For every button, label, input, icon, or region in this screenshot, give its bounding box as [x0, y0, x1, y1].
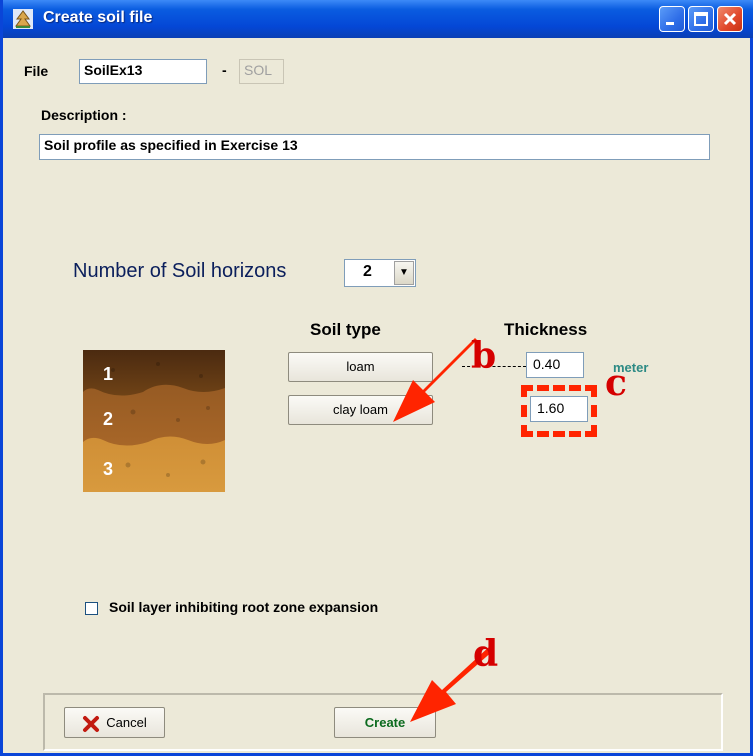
horizons-label: Number of Soil horizons: [73, 260, 287, 282]
annotation-highlight-box: [521, 385, 597, 437]
horizons-selected-value: 2: [363, 263, 372, 280]
close-icon: [723, 12, 737, 26]
soil-layer-label-2: 2: [103, 409, 113, 429]
root-zone-checkbox[interactable]: [85, 602, 98, 615]
file-extension-field: SOL: [239, 59, 284, 84]
soil-profile-image: 1 2 3: [83, 350, 225, 492]
cancel-button[interactable]: Cancel: [64, 707, 165, 738]
thickness-header: Thickness: [504, 320, 588, 339]
root-zone-checkbox-label: Soil layer inhibiting root zone expansio…: [109, 599, 379, 615]
maximize-button[interactable]: [688, 6, 714, 32]
aquacrop-app-icon: [13, 9, 33, 29]
file-name-input[interactable]: SoilEx13: [79, 59, 207, 84]
file-label: File: [24, 63, 49, 79]
annotation-arrow-b: [393, 338, 477, 422]
close-button[interactable]: [717, 6, 743, 32]
description-input[interactable]: Soil profile as specified in Exercise 13: [39, 134, 710, 160]
cancel-label: Cancel: [106, 715, 147, 730]
window-title: Create soil file: [43, 9, 153, 26]
thickness-input-layer-1[interactable]: 0.40: [526, 352, 584, 378]
description-label: Description :: [41, 107, 127, 123]
soil-layer-label-3: 3: [103, 459, 113, 479]
soil-type-header: Soil type: [310, 320, 381, 339]
horizons-select[interactable]: 2 ▼: [344, 259, 416, 287]
title-bar[interactable]: Create soil file: [3, 0, 753, 38]
annotation-label-b: b: [471, 335, 497, 377]
create-soil-file-window: Create soil file File SoilEx13 - SOL Des…: [0, 0, 753, 756]
minimize-icon: [666, 22, 674, 25]
maximize-icon: [694, 12, 708, 26]
file-separator: -: [222, 62, 227, 78]
annotation-label-d: d: [473, 633, 499, 675]
cancel-x-icon: [83, 715, 100, 732]
minimize-button[interactable]: [659, 6, 685, 32]
chevron-down-icon[interactable]: ▼: [394, 261, 414, 285]
annotation-label-c: c: [605, 362, 627, 404]
soil-layer-label-1: 1: [103, 364, 113, 384]
